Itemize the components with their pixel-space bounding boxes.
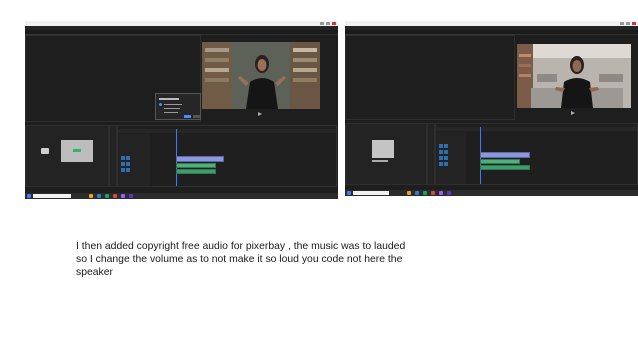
dialog-radio[interactable] (159, 103, 162, 106)
timeline-ruler[interactable] (436, 127, 637, 131)
music-clip[interactable] (176, 169, 216, 174)
taskbar-app-icon[interactable] (121, 194, 125, 198)
project-clip-thumbnail[interactable] (61, 140, 93, 162)
audio-clip[interactable] (480, 159, 520, 164)
taskbar-app-icon[interactable] (97, 194, 101, 198)
taskbar-app-icon[interactable] (89, 194, 93, 198)
video-clip[interactable] (480, 152, 530, 158)
play-icon[interactable] (571, 111, 575, 115)
timeline-panel[interactable] (117, 125, 337, 187)
program-monitor-video (517, 44, 631, 108)
taskbar-app-icon[interactable] (447, 191, 451, 195)
cancel-button[interactable] (193, 115, 200, 118)
library-scene (202, 42, 320, 109)
minimize-icon[interactable] (620, 22, 624, 25)
project-clip-thumbnail[interactable] (372, 140, 394, 158)
windows-taskbar (345, 190, 638, 196)
taskbar-app-icon[interactable] (105, 194, 109, 198)
taskbar-app-icon[interactable] (129, 194, 133, 198)
dialog-row (164, 104, 182, 105)
caption-text: I then added copyright free audio for pi… (76, 240, 456, 280)
taskbar-app-icon[interactable] (415, 191, 419, 195)
timeline-ruler[interactable] (118, 129, 336, 133)
premiere-screenshot-left (25, 21, 338, 199)
windows-taskbar (25, 193, 338, 199)
project-panel (345, 123, 427, 185)
taskbar-app-icon[interactable] (113, 194, 117, 198)
caption-line-1: I then added copyright free audio for pi… (76, 241, 406, 252)
caption-line-3: speaker (76, 267, 113, 279)
play-icon[interactable] (258, 112, 262, 116)
track-headers (436, 132, 466, 184)
dialog-row (164, 112, 178, 113)
windows-start-icon[interactable] (347, 191, 351, 195)
tools-panel[interactable] (109, 125, 117, 187)
premiere-screenshot-right (345, 21, 638, 196)
music-clip[interactable] (480, 165, 530, 170)
monitor-controls[interactable] (517, 109, 631, 117)
taskbar-app-icon[interactable] (407, 191, 411, 195)
dialog-row (159, 98, 179, 100)
windows-start-icon[interactable] (27, 194, 31, 198)
taskbar-app-icon[interactable] (439, 191, 443, 195)
video-clip[interactable] (176, 156, 224, 162)
project-clip-label (372, 160, 388, 162)
audio-gain-dialog[interactable] (155, 93, 201, 120)
minimize-icon[interactable] (320, 22, 324, 25)
maximize-icon[interactable] (326, 22, 330, 25)
track-headers (118, 134, 150, 186)
caption-line-2: so I change the volume as to not make it… (76, 254, 403, 266)
program-monitor-video (202, 42, 320, 109)
close-icon[interactable] (632, 22, 636, 25)
taskbar-search[interactable] (353, 191, 389, 195)
audio-clip[interactable] (176, 163, 216, 168)
ok-button[interactable] (184, 115, 191, 118)
taskbar-search[interactable] (33, 194, 71, 198)
taskbar-app-icon[interactable] (423, 191, 427, 195)
taskbar-app-icon[interactable] (431, 191, 435, 195)
close-icon[interactable] (332, 22, 336, 25)
maximize-icon[interactable] (626, 22, 630, 25)
source-panel (345, 35, 515, 120)
monitor-controls[interactable] (202, 110, 320, 118)
office-scene (517, 44, 631, 108)
project-panel (25, 125, 109, 187)
tools-panel[interactable] (427, 123, 435, 185)
folder-icon[interactable] (41, 148, 49, 154)
dialog-row (164, 108, 180, 109)
timeline-panel[interactable] (435, 123, 638, 185)
